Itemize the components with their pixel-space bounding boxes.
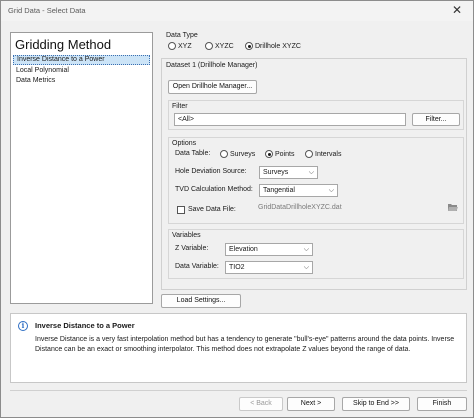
radio-xyz-label: XYZ: [178, 42, 192, 50]
next-button[interactable]: Next >: [287, 397, 335, 411]
radio-xyzc-label: XYZC: [215, 42, 234, 50]
skip-to-end-button[interactable]: Skip to End >>: [342, 397, 410, 411]
filter-button[interactable]: Filter...: [412, 113, 460, 126]
filter-label: Filter: [172, 103, 188, 110]
radio-xyz-dot[interactable]: [168, 42, 176, 50]
window-title: Grid Data - Select Data: [8, 6, 86, 15]
footer-divider: [10, 390, 467, 391]
chevron-down-icon: ⌵: [303, 246, 309, 253]
radio-surveys-label: Surveys: [230, 150, 256, 158]
variables-label: Variables: [172, 232, 201, 239]
data-variable-value: TIO2: [229, 264, 245, 271]
radio-xyz[interactable]: XYZ: [168, 42, 192, 50]
grid-data-dialog: Grid Data - Select Data ✕ Gridding Metho…: [0, 0, 474, 418]
z-variable-select[interactable]: Elevation ⌵: [225, 243, 313, 256]
radio-points-dot[interactable]: [265, 150, 273, 158]
data-table-label: Data Table:: [175, 150, 211, 157]
hole-deviation-label: Hole Deviation Source:: [175, 168, 247, 175]
folder-open-icon[interactable]: [447, 202, 459, 213]
filter-group: Filter <All> Filter...: [168, 100, 464, 130]
radio-drillhole-xyzc-label: Drillhole XYZC: [255, 42, 301, 50]
chevron-down-icon: ⌵: [303, 264, 309, 271]
radio-intervals[interactable]: Intervals: [305, 150, 341, 158]
z-variable-value: Elevation: [229, 246, 258, 253]
data-type-label: Data Type: [166, 32, 198, 39]
save-data-checkbox[interactable]: [177, 206, 185, 214]
method-item-inverse-distance[interactable]: Inverse Distance to a Power: [13, 55, 150, 65]
radio-intervals-label: Intervals: [315, 150, 342, 158]
load-settings-button[interactable]: Load Settings...: [161, 294, 241, 308]
back-button[interactable]: < Back: [239, 397, 283, 411]
radio-xyzc-dot[interactable]: [205, 42, 213, 50]
variables-group: Variables Z Variable: Elevation ⌵ Data V…: [168, 229, 464, 279]
data-variable-label: Data Variable:: [175, 263, 219, 270]
filter-field[interactable]: <All>: [174, 113, 406, 126]
chevron-down-icon: ⌵: [328, 187, 334, 194]
radio-surveys-dot[interactable]: [220, 150, 228, 158]
save-data-path: GridDataDrillholeXYZC.dat: [258, 204, 342, 211]
radio-points-label: Points: [275, 150, 295, 158]
dataset-label: Dataset 1 (Drillhole Manager): [166, 62, 258, 69]
close-icon[interactable]: ✕: [449, 3, 465, 17]
save-data-label: Save Data File:: [188, 206, 236, 213]
tvd-select[interactable]: Tangential ⌵: [259, 184, 338, 197]
radio-points[interactable]: Points: [265, 150, 294, 158]
hole-deviation-value: Surveys: [263, 169, 289, 176]
method-item-local-polynomial[interactable]: Local Polynomial: [13, 66, 150, 76]
radio-intervals-dot[interactable]: [305, 150, 313, 158]
chevron-down-icon: ⌵: [308, 169, 314, 176]
title-bar: Grid Data - Select Data ✕: [1, 1, 473, 21]
method-item-data-metrics[interactable]: Data Metrics: [13, 76, 150, 86]
radio-surveys[interactable]: Surveys: [220, 150, 255, 158]
radio-drillhole-xyzc[interactable]: Drillhole XYZC: [245, 42, 301, 50]
open-drillhole-manager-button[interactable]: Open Drillhole Manager...: [168, 80, 257, 94]
options-label: Options: [172, 140, 197, 147]
tvd-value: Tangential: [263, 187, 295, 194]
info-title: Inverse Distance to a Power: [35, 321, 135, 330]
gridding-method-list[interactable]: Gridding Method Inverse Distance to a Po…: [10, 32, 153, 304]
tvd-label: TVD Calculation Method:: [175, 186, 253, 193]
radio-xyzc[interactable]: XYZC: [205, 42, 234, 50]
radio-drillhole-xyzc-dot[interactable]: [245, 42, 253, 50]
method-info-box: i Inverse Distance to a Power Inverse Di…: [10, 313, 467, 383]
z-variable-label: Z Variable:: [175, 245, 209, 252]
hole-deviation-select[interactable]: Surveys ⌵: [259, 166, 318, 179]
data-variable-select[interactable]: TIO2 ⌵: [225, 261, 313, 274]
gridding-method-heading: Gridding Method: [15, 37, 112, 52]
info-icon: i: [18, 321, 28, 331]
info-text: Inverse Distance is a very fast interpol…: [35, 336, 455, 353]
options-group: Options Data Table: Surveys Points Inter…: [168, 137, 464, 224]
dataset-panel: Dataset 1 (Drillhole Manager) Open Drill…: [161, 58, 467, 290]
finish-button[interactable]: Finish: [417, 397, 467, 411]
